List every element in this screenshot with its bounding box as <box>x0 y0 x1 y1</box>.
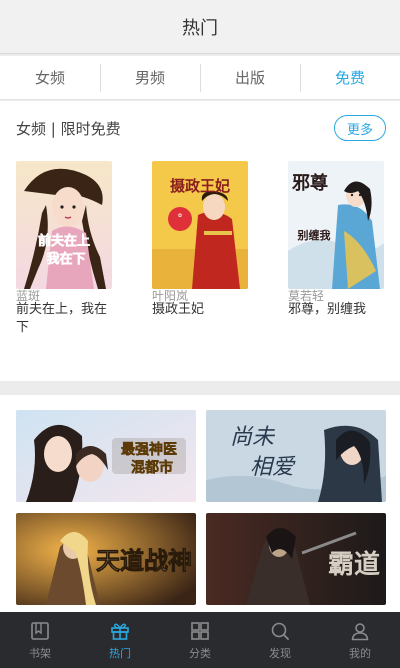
book-author: 蓝斑 <box>16 289 41 303</box>
cover-title-line: 我在下 <box>46 251 85 267</box>
page-title: 热门 <box>182 17 218 39</box>
svg-text:混都市: 混都市 <box>131 459 173 476</box>
tab-female[interactable]: 女频 <box>0 56 100 99</box>
tabbar-label: 分类 <box>189 646 211 660</box>
tabbar-label: 我的 <box>349 646 371 660</box>
free-books-section: 女频 | 限时免费 更多 前夫在上 我在下 前夫在上，我在下 蓝斑 ✿ 摄政王妃… <box>0 101 400 381</box>
grid-icon <box>191 621 209 640</box>
tabbar-item-bookshelf[interactable]: 书架 <box>0 612 80 668</box>
svg-text:相爱: 相爱 <box>250 455 296 480</box>
gift-icon <box>111 623 129 640</box>
tabbar-item-discover[interactable]: 发现 <box>240 612 320 668</box>
tabbar-item-profile[interactable]: 我的 <box>320 612 400 668</box>
category-tabs: 女频 男频 出版 免费 <box>0 56 400 100</box>
tabbar-label: 发现 <box>269 646 291 660</box>
cover-ancient-lady[interactable]: 邪尊 别缠我 <box>288 161 384 289</box>
book-title[interactable]: 前夫在上，我在下 <box>16 301 116 337</box>
cover-title-line: 别缠我 <box>297 228 331 242</box>
cover-title-line: 前夫在上 <box>38 233 90 249</box>
tabbar-label: 书架 <box>29 646 51 660</box>
banner-grid: 最强神医 混都市 尚未 相爱 天道战神 霸道 <box>0 395 400 615</box>
search-icon <box>271 622 289 640</box>
top-bar: 热门 <box>0 0 400 54</box>
book-author: 叶阳岚 <box>152 289 189 303</box>
section-header: 女频 | 限时免费 更多 <box>16 115 386 141</box>
tab-free[interactable]: 免费 <box>300 56 400 99</box>
cover-title-line: 摄政王妃 <box>170 177 230 195</box>
cover-red-dress-woman[interactable]: ✿ 摄政王妃 <box>152 161 248 289</box>
tabbar-item-category[interactable]: 分类 <box>160 612 240 668</box>
svg-text:霸道: 霸道 <box>328 549 380 580</box>
banner-dark-warrior-art[interactable]: 霸道 <box>206 513 386 605</box>
svg-text:最强神医: 最强神医 <box>121 441 177 458</box>
banner-warrior-art[interactable]: 天道战神 <box>16 513 196 605</box>
cover-girl-with-hat[interactable]: 前夫在上 我在下 <box>16 161 112 289</box>
bottom-tab-bar: 书架 热门 分类 发现 我的 <box>0 612 400 668</box>
svg-text:尚未: 尚未 <box>230 425 276 450</box>
banner-swordsman-art[interactable]: 尚未 相爱 <box>206 410 386 502</box>
cover-title-line: 邪尊 <box>291 172 328 194</box>
svg-text:天道战神: 天道战神 <box>96 546 192 575</box>
tab-male[interactable]: 男频 <box>100 56 200 99</box>
svg-text:✿: ✿ <box>178 213 182 219</box>
section-title: 女频 | 限时免费 <box>16 119 121 138</box>
more-button[interactable]: 更多 <box>334 115 386 141</box>
book-card[interactable]: 前夫在上 我在下 前夫在上，我在下 <box>16 161 112 337</box>
user-icon <box>351 622 369 640</box>
tabbar-item-hot[interactable]: 热门 <box>80 612 160 668</box>
tab-publish[interactable]: 出版 <box>200 56 300 99</box>
banner-couple-art[interactable]: 最强神医 混都市 <box>16 410 196 502</box>
book-author: 莫若轻 <box>288 289 325 303</box>
bookshelf-icon <box>31 621 49 640</box>
tabbar-label: 热门 <box>109 646 131 660</box>
